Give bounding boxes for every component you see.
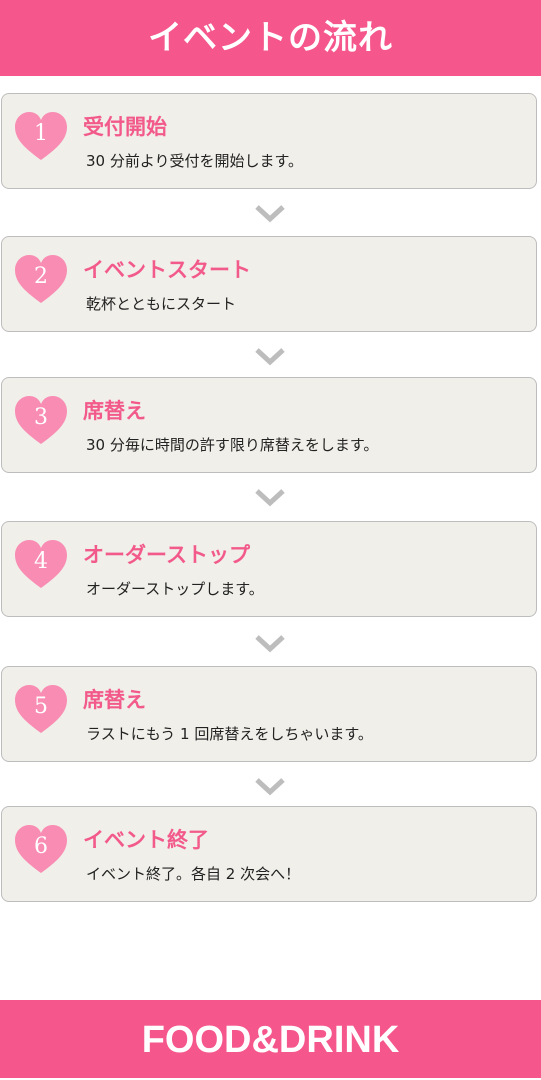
step-number: 2: [34, 264, 48, 289]
step-description: 30 分前より受付を開始します。: [86, 152, 304, 170]
step-title: オーダーストップ: [83, 543, 250, 567]
step-description: 乾杯とともにスタート: [86, 295, 237, 313]
chevron-down-icon: [255, 205, 285, 223]
step-card-2: 2 イベントスタート 乾杯とともにスタート: [1, 236, 537, 332]
heart-icon: 5: [14, 685, 68, 735]
heart-icon: 6: [14, 825, 68, 875]
step-number: 4: [34, 549, 48, 574]
step-card-3: 3 席替え 30 分毎に時間の許す限り席替えをします。: [1, 377, 537, 473]
step-title: 席替え: [83, 688, 146, 712]
step-number: 3: [34, 405, 48, 430]
heart-icon: 1: [14, 112, 68, 162]
step-title: イベントスタート: [83, 258, 251, 282]
step-card-1: 1 受付開始 30 分前より受付を開始します。: [1, 93, 537, 189]
step-description: ラストにもう 1 回席替えをしちゃいます。: [86, 725, 373, 743]
step-title: 受付開始: [83, 115, 167, 139]
section-title: FOOD&DRINK: [141, 1019, 400, 1061]
step-title: 席替え: [83, 399, 146, 423]
step-description: オーダーストップします。: [86, 580, 264, 598]
step-card-5: 5 席替え ラストにもう 1 回席替えをしちゃいます。: [1, 666, 537, 762]
chevron-down-icon: [255, 635, 285, 653]
step-card-4: 4 オーダーストップ オーダーストップします。: [1, 521, 537, 617]
chevron-down-icon: [255, 348, 285, 366]
step-card-6: 6 イベント終了 イベント終了。各自 2 次会へ！: [1, 806, 537, 902]
step-number: 6: [34, 834, 48, 859]
section-header-food-drink: FOOD&DRINK: [0, 1000, 541, 1078]
step-description: イベント終了。各自 2 次会へ！: [86, 865, 301, 883]
heart-icon: 4: [14, 540, 68, 590]
heart-icon: 3: [14, 396, 68, 446]
section-header-event-flow: イベントの流れ: [0, 0, 541, 76]
heart-icon: 2: [14, 255, 68, 305]
step-number: 5: [34, 694, 48, 719]
step-number: 1: [34, 121, 48, 146]
page-title: イベントの流れ: [148, 18, 393, 58]
chevron-down-icon: [255, 778, 285, 796]
step-title: イベント終了: [83, 828, 209, 852]
chevron-down-icon: [255, 489, 285, 507]
step-description: 30 分毎に時間の許す限り席替えをします。: [86, 436, 379, 454]
